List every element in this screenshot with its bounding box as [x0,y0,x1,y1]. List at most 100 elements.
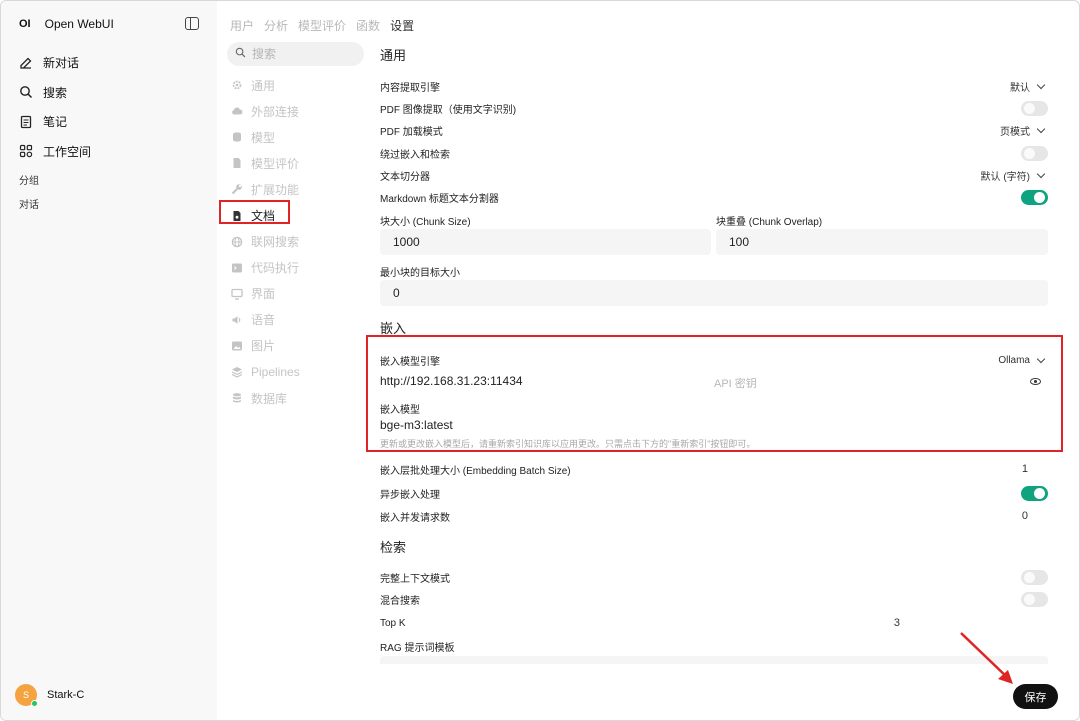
speaker-icon [231,314,243,326]
tab-analytics[interactable]: 分析 [264,17,288,34]
setting-row-full-context: 完整上下文模式 [380,567,1048,587]
sidebar-groups-heading[interactable]: 分组 [19,172,39,187]
setting-label: Top K [380,617,406,629]
setting-row-async-embedding: 异步嵌入处理 [380,483,1048,503]
settings-item-label: 代码执行 [251,261,300,276]
globe-icon [231,236,243,248]
pdf-mode-select[interactable]: 页模式 [1000,123,1048,138]
setting-row-top-k: Top K 3 [380,613,900,633]
app-window: OI Open WebUI 新对话 搜索 笔记 工作空间 分组 对话 S Sta… [0,0,1080,721]
sidebar-nav: 新对话 搜索 笔记 工作空间 [19,48,91,166]
settings-item-label: 图片 [251,339,276,354]
setting-label: 嵌入并发请求数 [380,512,450,524]
full-context-toggle[interactable] [1021,569,1048,585]
settings-item-label: 语音 [251,313,276,328]
sidebar-item-workspace[interactable]: 工作空间 [19,137,91,167]
settings-item-label: Pipelines [251,365,300,380]
setting-row-pdf-ocr: PDF 图像提取（使用文字识别) [380,98,1048,118]
sidebar-item-new-chat[interactable]: 新对话 [19,48,91,78]
setting-row-batch-size: 嵌入层批处理大小 (Embedding Batch Size) 1 [380,459,1048,479]
sidebar-item-label: 工作空间 [43,144,92,159]
settings-item-label: 模型评价 [251,156,300,171]
section-title-retrieval: 检索 [380,540,407,555]
settings-item-label: 界面 [251,287,276,302]
wrench-icon [231,183,243,195]
setting-label: Markdown 标题文本分割器 [380,193,499,205]
workspace-icon [19,144,33,158]
settings-item-pipelines[interactable]: Pipelines [231,359,300,385]
rag-template-label: RAG 提示词模板 [380,643,455,654]
chevron-down-icon [1036,124,1046,133]
chevron-down-icon [1036,80,1046,89]
settings-item-models[interactable]: 模型 [231,124,300,150]
terminal-icon [231,262,243,274]
chunk-size-input[interactable]: 1000 [380,229,711,255]
user-name: Stark-C [47,689,85,701]
settings-item-audio[interactable]: 语音 [231,307,300,333]
avatar-initial: S [22,690,29,700]
content-engine-select[interactable]: 默认 [1010,79,1048,94]
setting-row-concurrency: 嵌入并发请求数 0 [380,506,1048,526]
settings-search [227,42,364,66]
settings-item-code-execution[interactable]: 代码执行 [231,255,300,281]
settings-item-web-search[interactable]: 联网搜索 [231,229,300,255]
top-k-value[interactable]: 3 [894,617,900,629]
document-icon [231,157,243,169]
settings-item-interface[interactable]: 界面 [231,281,300,307]
rag-template-textarea[interactable] [380,656,1048,664]
setting-label: 异步嵌入处理 [380,489,440,501]
settings-item-label: 外部连接 [251,104,300,119]
tab-evaluations[interactable]: 模型评价 [298,17,346,34]
sidebar-item-label: 新对话 [43,56,80,71]
async-embedding-toggle[interactable] [1021,485,1048,501]
cloud-icon [231,105,243,117]
settings-item-label: 通用 [251,78,276,93]
settings-item-label: 数据库 [251,391,288,406]
chunk-size-label: 块大小 (Chunk Size) [380,217,471,228]
sidebar-toggle-icon[interactable] [185,17,199,30]
settings-item-images[interactable]: 图片 [231,333,300,359]
tab-users[interactable]: 用户 [230,17,254,34]
settings-item-tools[interactable]: 扩展功能 [231,176,300,202]
image-icon [231,340,243,352]
save-button[interactable]: 保存 [1013,684,1058,709]
chunk-overlap-label: 块重叠 (Chunk Overlap) [716,217,823,228]
brand[interactable]: OI Open WebUI [19,17,114,31]
chunk-overlap-input[interactable]: 100 [716,229,1048,255]
setting-row-content-engine: 内容提取引擎 默认 [380,76,1048,96]
markdown-splitter-toggle[interactable] [1021,189,1048,205]
concurrency-value[interactable]: 0 [1022,510,1028,522]
sidebar-item-notes[interactable]: 笔记 [19,107,91,137]
settings-item-connections[interactable]: 外部连接 [231,98,300,124]
setting-row-bypass: 绕过嵌入和检索 [380,143,1048,163]
text-splitter-select[interactable]: 默认 (字符) [981,168,1048,183]
sidebar-item-search[interactable]: 搜索 [19,78,91,108]
setting-label: PDF 图像提取（使用文字识别) [380,104,517,116]
batch-size-value[interactable]: 1 [1022,463,1028,475]
setting-label: 绕过嵌入和检索 [380,149,450,161]
min-chunk-label: 最小块的目标大小 [380,268,460,279]
chevron-down-icon [1036,169,1046,178]
settings-item-database[interactable]: 数据库 [231,385,300,411]
settings-search-input[interactable] [252,47,352,61]
settings-item-label: 模型 [251,130,276,145]
setting-label: 混合搜索 [380,595,420,607]
min-chunk-input[interactable]: 0 [380,280,1048,306]
setting-row-markdown-splitter: Markdown 标题文本分割器 [380,187,1048,207]
tab-functions[interactable]: 函数 [356,17,380,34]
hybrid-search-toggle[interactable] [1021,591,1048,607]
app-logo: OI [19,18,31,30]
pdf-ocr-toggle[interactable] [1021,100,1048,116]
monitor-icon [231,288,243,300]
sidebar-chats-heading[interactable]: 对话 [19,196,39,211]
settings-item-evaluations[interactable]: 模型评价 [231,150,300,176]
bypass-embedding-toggle[interactable] [1021,145,1048,161]
note-icon [19,115,33,129]
sidebar-item-label: 笔记 [43,115,68,130]
settings-item-general[interactable]: 通用 [231,72,300,98]
user-menu[interactable]: S Stark-C [15,684,85,707]
setting-row-hybrid-search: 混合搜索 [380,589,1048,609]
setting-label: 嵌入层批处理大小 (Embedding Batch Size) [380,465,571,477]
settings-item-label: 联网搜索 [251,235,300,250]
settings-nav: 通用 外部连接 模型 模型评价 扩展功能 文档 联网搜索 代码执行 界面 语音 … [231,72,300,411]
